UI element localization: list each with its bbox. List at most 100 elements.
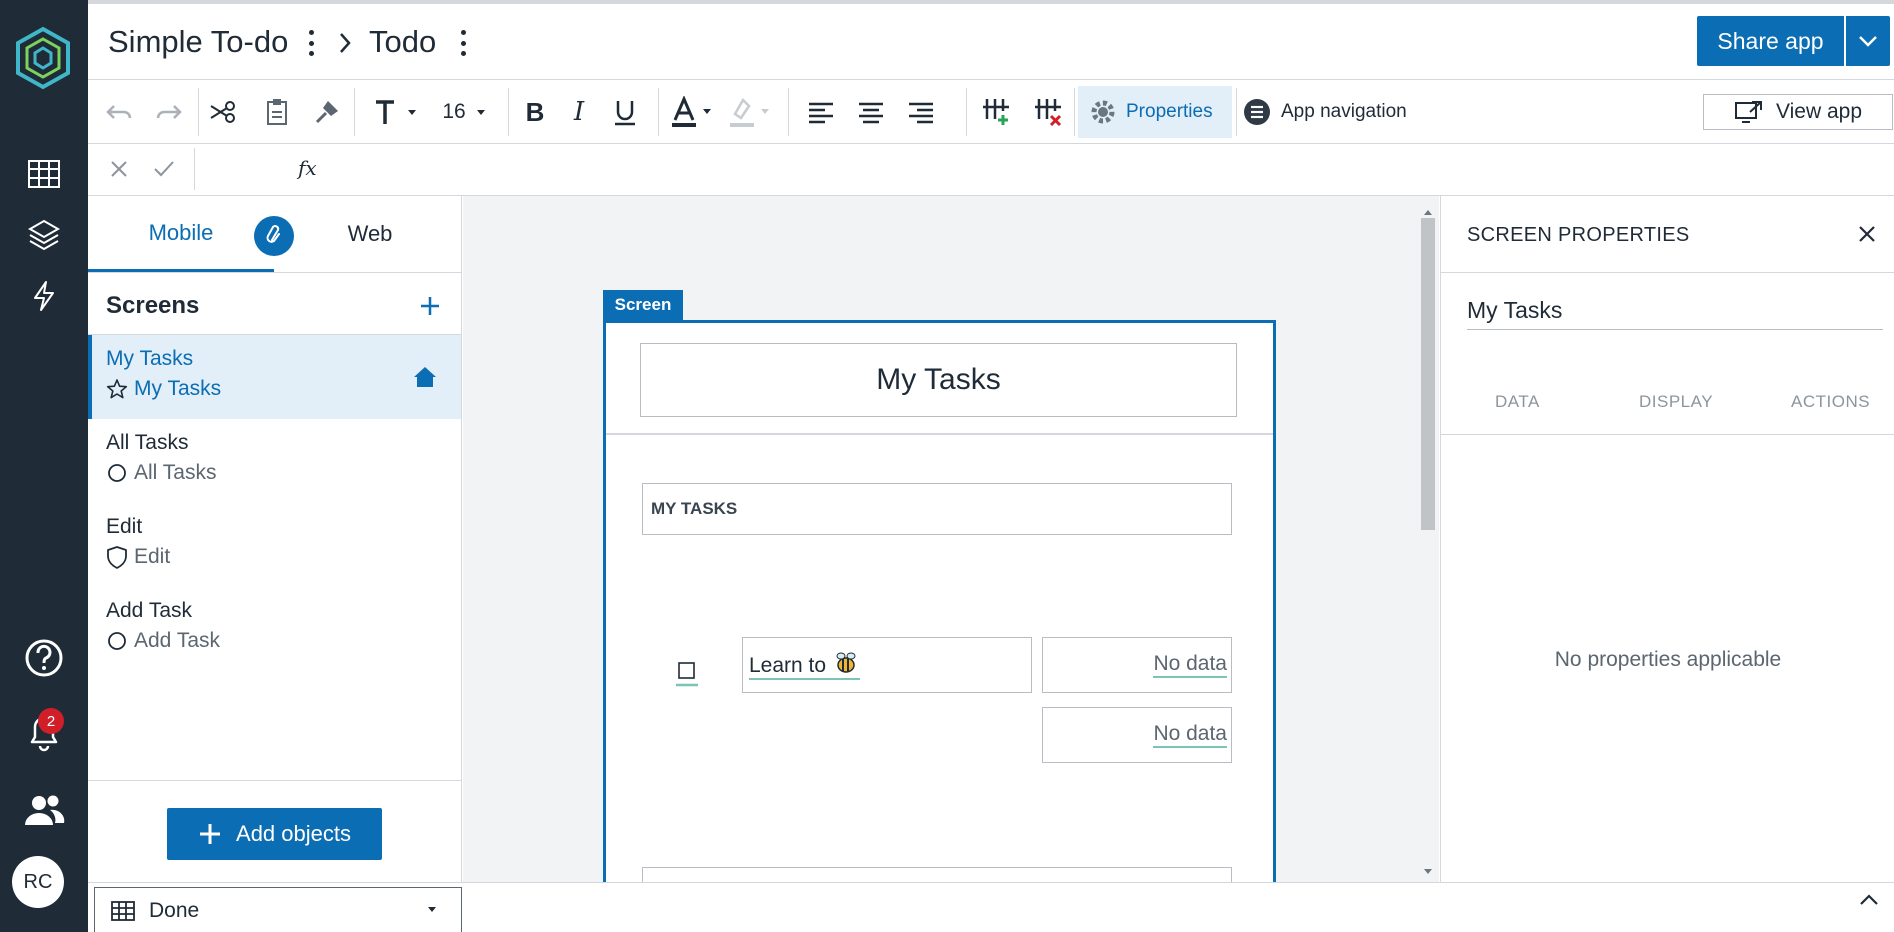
cut-icon[interactable] — [206, 92, 240, 132]
screen-item-all-tasks[interactable]: All Tasks All Tasks — [88, 419, 461, 503]
caret-down-icon — [428, 907, 436, 912]
underline-button[interactable] — [608, 92, 642, 132]
properties-title: SCREEN PROPERTIES — [1467, 224, 1690, 246]
font-size-value: 16 — [442, 100, 466, 123]
confirm-formula-icon[interactable] — [152, 158, 176, 185]
task-checkbox[interactable] — [676, 659, 698, 689]
tab-data[interactable]: DATA — [1495, 392, 1540, 412]
tab-web[interactable]: Web — [278, 196, 462, 272]
star-icon — [106, 379, 128, 399]
close-properties-button[interactable] — [1851, 218, 1883, 250]
share-dropdown-button[interactable] — [1846, 16, 1890, 66]
cancel-formula-icon[interactable] — [108, 158, 130, 185]
clipboard-icon[interactable] — [260, 92, 294, 132]
highlight-color-dropdown[interactable] — [726, 92, 774, 132]
due-date-field[interactable]: No data — [1042, 637, 1232, 693]
tab-actions[interactable]: ACTIONS — [1791, 392, 1870, 412]
scroll-down-icon[interactable] — [1421, 864, 1435, 882]
toolbar-separator — [658, 88, 659, 136]
toolbar-separator — [966, 88, 967, 136]
properties-divider — [1441, 272, 1894, 273]
app-name[interactable]: Simple To-do — [108, 24, 288, 60]
table-view-label: Done — [149, 898, 200, 922]
toolbar-separator — [1074, 88, 1075, 136]
screen-more-icon[interactable] — [458, 30, 468, 56]
section-label[interactable]: MY TASKS — [642, 483, 1232, 535]
screen-item-my-tasks[interactable]: My Tasks My Tasks — [88, 335, 461, 419]
align-right-icon[interactable] — [904, 92, 938, 132]
screen-item-subtitle: My Tasks — [106, 377, 221, 401]
text-style-dropdown[interactable] — [370, 92, 422, 132]
screen-item-name: Edit — [106, 515, 143, 538]
tab-mobile[interactable]: Mobile — [88, 196, 274, 272]
properties-button[interactable]: Properties — [1078, 86, 1232, 138]
add-column-icon[interactable] — [976, 92, 1016, 132]
no-data-text: No data — [1153, 722, 1227, 748]
toolbar-separator — [788, 88, 789, 136]
empty-properties-message: No properties applicable — [1554, 648, 1782, 671]
notification-badge: 2 — [38, 708, 64, 734]
task-name-field[interactable]: Learn to — [742, 637, 1032, 693]
add-screen-button[interactable] — [410, 286, 450, 326]
toolbar-separator — [354, 88, 355, 136]
add-objects-label: Add objects — [236, 821, 351, 846]
screen-item-name: My Tasks — [106, 347, 194, 370]
screen-item-add-task[interactable]: Add Task Add Task — [88, 587, 461, 671]
current-screen-name[interactable]: Todo — [369, 24, 436, 60]
table-icon — [111, 900, 135, 921]
top-header: Simple To-do Todo Share app — [88, 0, 1894, 80]
canvas-scrollbar[interactable] — [1421, 218, 1435, 530]
view-app-button[interactable]: View app — [1703, 94, 1893, 130]
plus-icon — [421, 297, 439, 315]
left-rail: 2 RC — [0, 0, 88, 932]
mobile-screen-preview[interactable]: My Tasks MY TASKS Learn to No data No da… — [603, 320, 1276, 882]
share-app-button[interactable]: Share app — [1697, 16, 1844, 66]
status-field[interactable]: No data — [1042, 707, 1232, 763]
expand-panel-icon[interactable] — [1858, 893, 1880, 912]
chevron-down-icon — [1859, 36, 1877, 47]
circle-icon — [108, 632, 126, 650]
app-navigation-label: App navigation — [1281, 101, 1407, 122]
app-logo-icon[interactable] — [14, 26, 72, 90]
tab-display[interactable]: DISPLAY — [1639, 392, 1713, 412]
next-element-placeholder[interactable] — [642, 867, 1232, 882]
format-painter-icon[interactable] — [310, 92, 344, 132]
align-center-icon[interactable] — [854, 92, 888, 132]
help-icon[interactable] — [22, 636, 66, 680]
bold-button[interactable]: B — [518, 92, 552, 132]
align-left-icon[interactable] — [804, 92, 838, 132]
home-icon — [412, 365, 438, 394]
data-table-icon[interactable] — [22, 152, 66, 196]
delete-column-icon[interactable] — [1028, 92, 1068, 132]
layers-icon[interactable] — [22, 212, 66, 256]
screen-item-edit[interactable]: Edit Edit — [88, 503, 461, 587]
users-icon[interactable] — [22, 788, 66, 832]
redo-icon[interactable] — [152, 92, 186, 132]
user-avatar[interactable]: RC — [12, 856, 64, 908]
circle-icon — [108, 464, 126, 482]
task-name-text: Learn to — [749, 651, 860, 680]
external-monitor-icon — [1734, 101, 1762, 123]
app-navigation-button[interactable]: App navigation — [1243, 86, 1407, 138]
gear-icon — [1091, 100, 1115, 124]
add-objects-button[interactable]: Add objects — [167, 808, 382, 860]
lightning-icon[interactable] — [22, 274, 66, 318]
close-icon — [1859, 226, 1875, 242]
fx-icon[interactable]: fx — [298, 156, 317, 180]
tabs-divider — [88, 272, 462, 273]
screen-item-subtitle: Edit — [106, 545, 170, 569]
no-data-text: No data — [1153, 652, 1227, 678]
caret-down-icon — [476, 110, 485, 115]
font-size-dropdown[interactable]: 16 — [440, 92, 490, 132]
undo-icon[interactable] — [102, 92, 136, 132]
screen-name-input[interactable] — [1467, 292, 1883, 330]
app-more-icon[interactable] — [306, 30, 316, 56]
design-canvas[interactable]: Screen My Tasks MY TASKS Learn to No dat… — [463, 196, 1439, 882]
plus-icon — [200, 824, 221, 844]
scroll-up-icon[interactable] — [1421, 204, 1435, 222]
table-view-select[interactable]: Done — [94, 887, 462, 932]
italic-button[interactable]: I — [562, 92, 596, 132]
text-color-dropdown[interactable] — [668, 92, 716, 132]
screen-title-field[interactable]: My Tasks — [640, 343, 1237, 417]
menu-circle-icon — [1244, 99, 1270, 125]
